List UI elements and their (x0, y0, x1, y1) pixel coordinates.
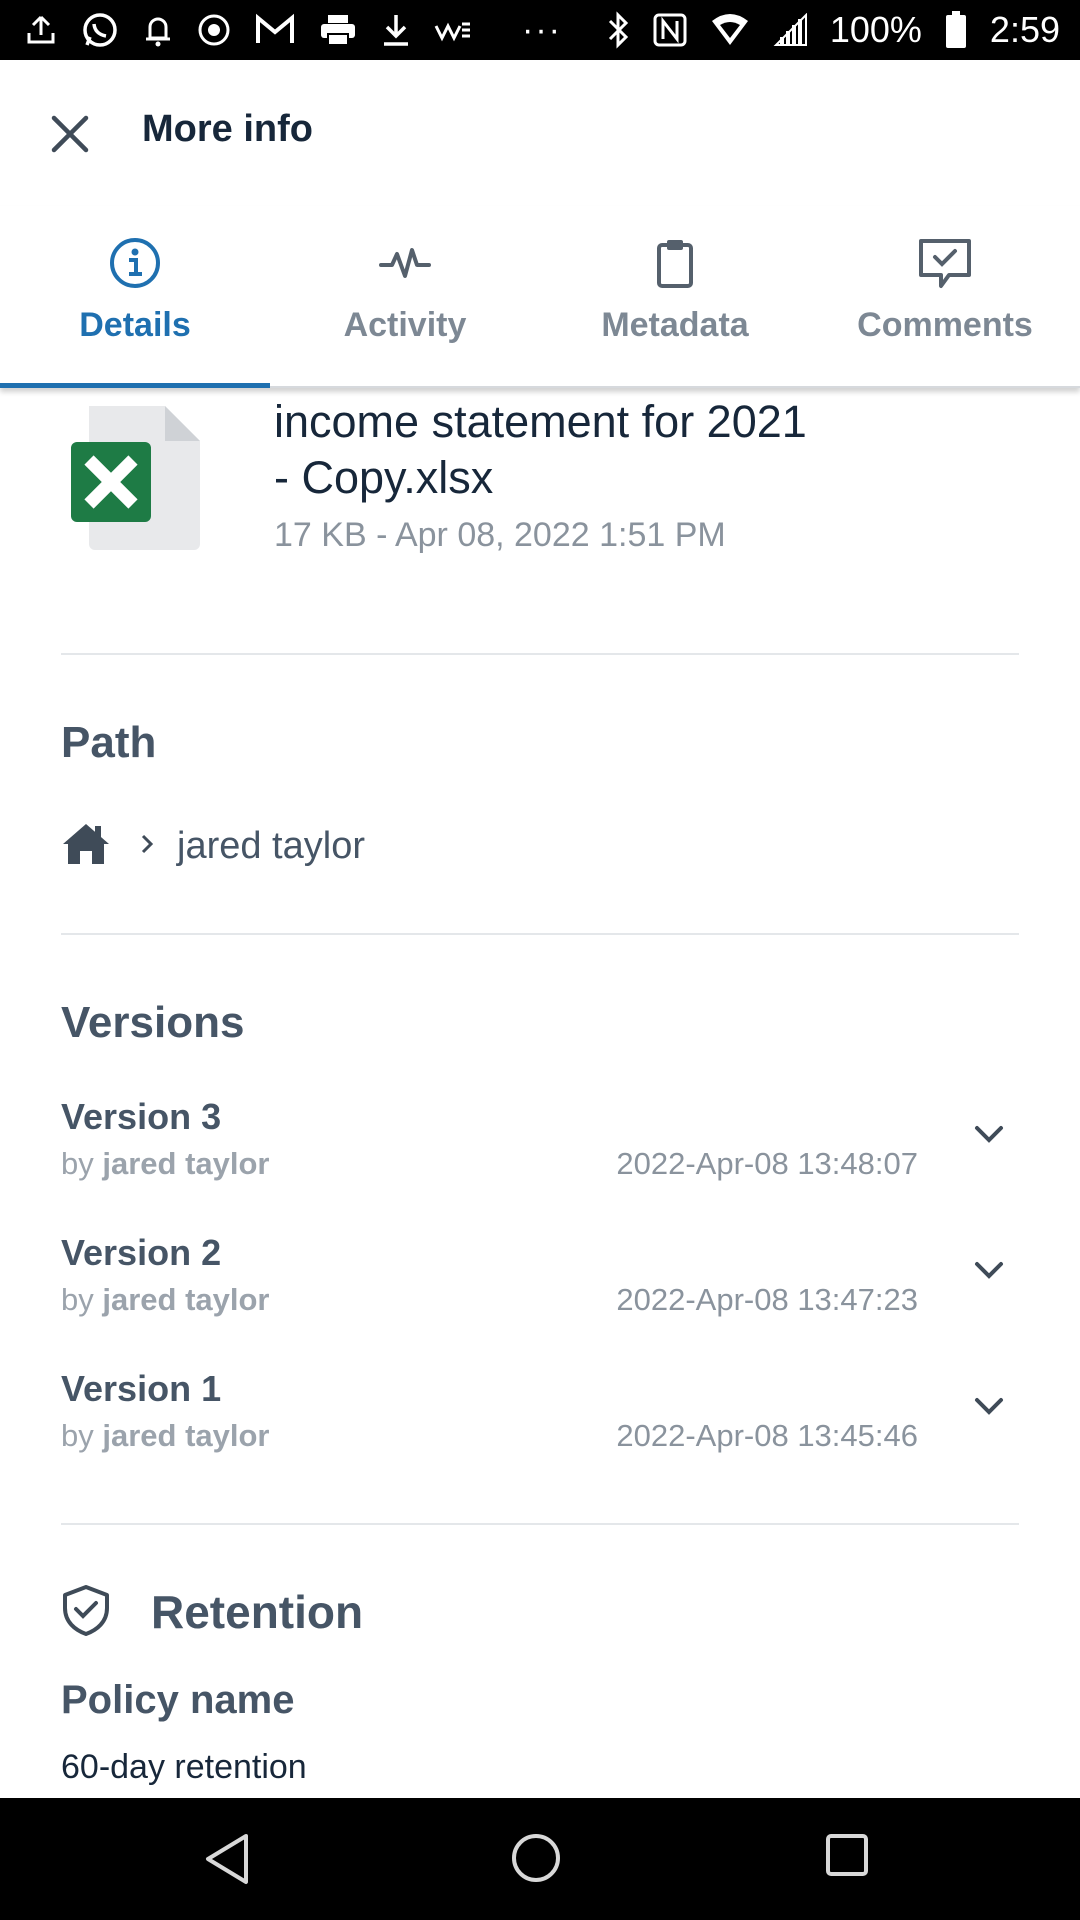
home-circle-icon (512, 1834, 560, 1882)
bluetooth-icon (606, 11, 630, 49)
tab-metadata[interactable]: Metadata (540, 206, 810, 386)
battery-icon (944, 10, 968, 50)
home-button[interactable] (510, 1832, 562, 1889)
version-row[interactable]: Version 1 by jared taylor 2022-Apr-08 13… (61, 1368, 1019, 1478)
file-meta: 17 KB - Apr 08, 2022 1:51 PM (274, 516, 726, 554)
version-date: 2022-Apr-08 13:48:07 (616, 1146, 918, 1181)
version-label: Version 2 (61, 1232, 222, 1273)
wifi-icon (710, 13, 750, 47)
comment-check-icon (917, 236, 973, 297)
tab-details[interactable]: Details (0, 206, 270, 388)
excel-file-icon (70, 406, 200, 550)
version-by: by jared taylor (61, 1282, 270, 1318)
status-bar-right: 100% 2:59 (606, 9, 1060, 51)
printer-icon (318, 12, 358, 48)
version-label: Version 3 (61, 1096, 222, 1137)
expand-version-button[interactable] (971, 1116, 1007, 1152)
pulse-icon (378, 236, 432, 295)
download-icon (380, 12, 412, 48)
version-author: jared taylor (102, 1418, 270, 1453)
record-icon (196, 12, 232, 48)
breadcrumb: jared taylor (61, 816, 365, 876)
file-name: income statement for 2021 - Copy.xlsx (274, 394, 994, 506)
info-icon (108, 236, 162, 295)
expand-version-button[interactable] (971, 1252, 1007, 1288)
retention-title: Retention (151, 1586, 364, 1638)
whatsapp-icon (80, 10, 120, 50)
bell-icon (142, 12, 174, 48)
recents-button[interactable] (824, 1832, 870, 1883)
divider (61, 653, 1019, 655)
tab-activity[interactable]: Activity (270, 206, 540, 386)
by-prefix: by (61, 1418, 94, 1453)
upload-icon (24, 13, 58, 47)
recents-square-icon (826, 1834, 868, 1876)
back-button[interactable] (202, 1832, 252, 1891)
tab-comments[interactable]: Comments (810, 206, 1080, 386)
clipboard-icon (648, 236, 702, 295)
shield-check-icon (61, 1584, 111, 1641)
carrier-icon (434, 18, 472, 42)
system-nav-bar (0, 1798, 1080, 1920)
active-tab-indicator (0, 383, 270, 388)
home-icon[interactable] (61, 822, 111, 871)
chevron-down-icon (975, 1262, 1003, 1279)
policy-name-label: Policy name (61, 1678, 295, 1722)
chevron-right-icon (139, 832, 155, 861)
version-by: by jared taylor (61, 1418, 270, 1454)
version-date: 2022-Apr-08 13:47:23 (616, 1282, 918, 1317)
version-author: jared taylor (102, 1146, 270, 1181)
version-author: jared taylor (102, 1282, 270, 1317)
signal-icon (772, 13, 808, 47)
chevron-down-icon (975, 1126, 1003, 1143)
close-button[interactable] (46, 110, 94, 158)
policy-name-value: 60-day retention (61, 1748, 307, 1786)
header: More info (0, 60, 1080, 206)
path-title: Path (61, 718, 157, 767)
status-bar-left: ··· (24, 10, 562, 50)
breadcrumb-item[interactable]: jared taylor (177, 825, 365, 868)
retention-header: Retention (61, 1582, 363, 1642)
nfc-icon (652, 12, 688, 48)
chevron-down-icon (975, 1398, 1003, 1415)
more-notifications: ··· (522, 10, 562, 49)
clock: 2:59 (989, 9, 1060, 50)
by-prefix: by (61, 1282, 94, 1317)
divider (61, 933, 1019, 935)
versions-title: Versions (61, 998, 245, 1047)
file-name-line-1: income statement for 2021 (274, 396, 807, 447)
page-title: More info (142, 108, 313, 150)
back-triangle-icon (206, 1834, 248, 1884)
battery-percent: 100% (829, 9, 922, 50)
by-prefix: by (61, 1146, 94, 1181)
expand-version-button[interactable] (971, 1388, 1007, 1424)
tab-metadata-label: Metadata (601, 306, 749, 344)
version-row[interactable]: Version 2 by jared taylor 2022-Apr-08 13… (61, 1232, 1019, 1342)
close-icon (51, 115, 89, 153)
version-row[interactable]: Version 3 by jared taylor 2022-Apr-08 13… (61, 1096, 1019, 1206)
divider (61, 1523, 1019, 1525)
gmail-icon (254, 13, 296, 47)
file-name-line-2: - Copy.xlsx (274, 452, 494, 503)
app-screen: ··· 100% 2:59 More info Details Activity… (0, 0, 1080, 1920)
tab-details-label: Details (79, 306, 191, 344)
version-label: Version 1 (61, 1368, 222, 1409)
version-date: 2022-Apr-08 13:45:46 (616, 1418, 918, 1453)
tab-bar: Details Activity Metadata Comments (0, 206, 1080, 388)
status-bar: ··· 100% 2:59 (0, 0, 1080, 60)
version-by: by jared taylor (61, 1146, 270, 1182)
tab-activity-label: Activity (343, 306, 467, 344)
tab-comments-label: Comments (857, 306, 1033, 344)
